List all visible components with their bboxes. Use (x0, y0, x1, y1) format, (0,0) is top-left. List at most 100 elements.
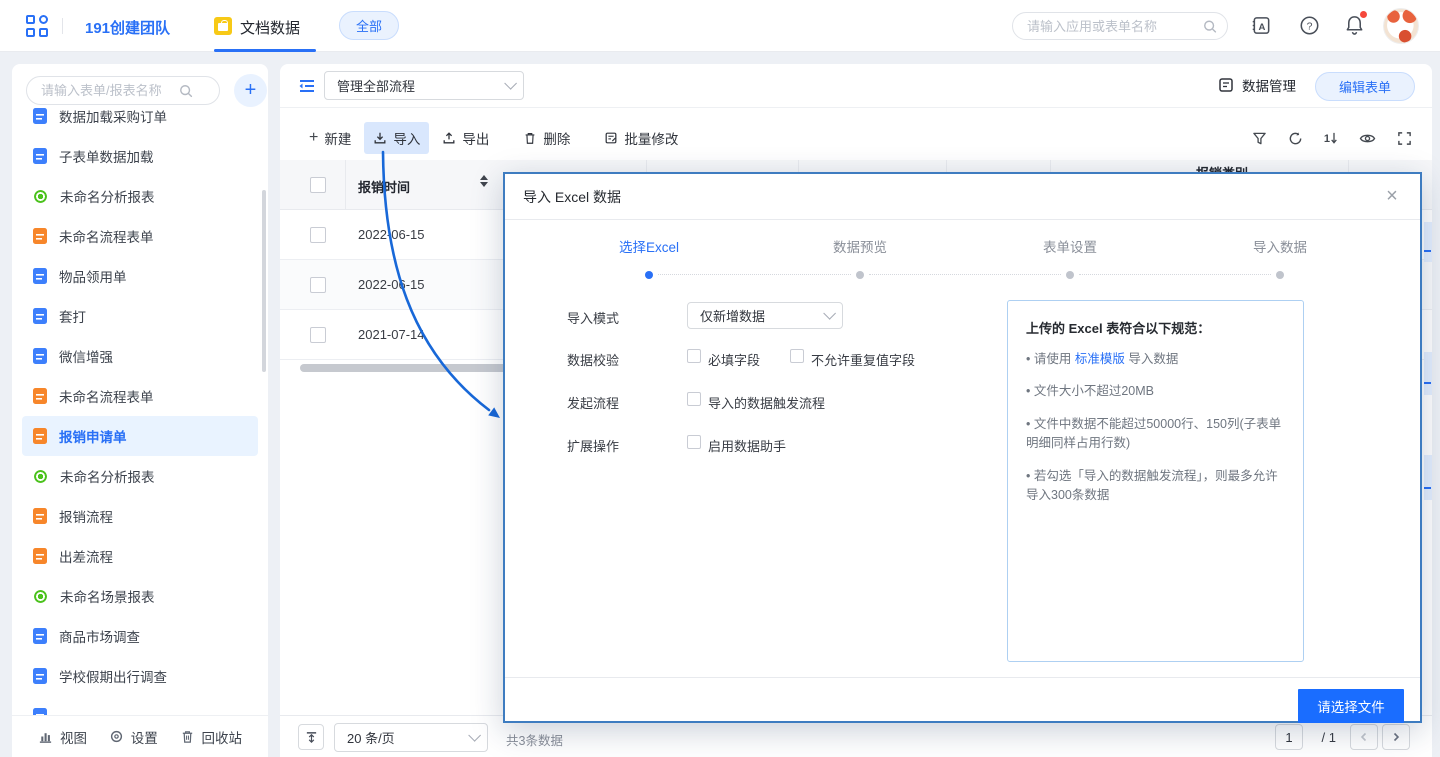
sidebar-item-label: 子表单数据加载 (59, 146, 154, 166)
filter-icon[interactable] (1252, 131, 1267, 146)
trigger-workflow-checkbox[interactable] (687, 392, 701, 406)
flow-select[interactable]: 管理全部流程 (324, 71, 524, 100)
row-checkbox[interactable] (310, 277, 326, 293)
import-label: 导入 (393, 128, 420, 148)
batch-edit-label: 批量修改 (624, 128, 678, 148)
top-header: 191创建团队 文档数据 全部 A ? (0, 0, 1440, 52)
data-assistant-checkbox[interactable] (687, 435, 701, 449)
sidebar-item[interactable]: 微信增强 (22, 336, 258, 376)
active-tab-underline (214, 49, 316, 52)
eye-icon[interactable] (1359, 131, 1376, 146)
views-button[interactable]: 视图 (38, 727, 87, 747)
avatar[interactable] (1383, 8, 1419, 44)
help-icon[interactable]: ? (1299, 15, 1320, 36)
sidebar-item[interactable]: 未命名分析报表 (22, 456, 258, 496)
export-label: 导出 (462, 128, 489, 148)
app-tab-label[interactable]: 文档数据 (240, 17, 300, 38)
row-checkbox[interactable] (310, 227, 326, 243)
sidebar-search[interactable] (26, 76, 220, 105)
horizontal-scrollbar[interactable] (300, 364, 512, 372)
tab-all[interactable]: 全部 (339, 11, 399, 40)
fullscreen-icon[interactable] (1397, 131, 1412, 146)
modal-title: 导入 Excel 数据 (523, 187, 621, 207)
sidebar-item-label: 未命名流程表单 (59, 386, 154, 406)
required-fields-checkbox[interactable] (687, 349, 701, 363)
trigger-workflow-label: 导入的数据触发流程 (708, 393, 825, 412)
select-all-checkbox[interactable] (310, 177, 326, 193)
modal-footer-divider (505, 677, 1420, 678)
sidebar-item[interactable]: 学校假期出行调查 (22, 656, 258, 696)
page-next-icon (1391, 732, 1401, 742)
translate-icon[interactable]: A (1251, 15, 1272, 36)
sidebar-item-selected[interactable]: 报销申请单 (22, 416, 258, 456)
scroll-top-button[interactable] (298, 724, 324, 750)
doc-icon (33, 388, 47, 404)
import-mode-label: 导入模式 (567, 308, 619, 327)
bell-icon[interactable] (1344, 14, 1365, 36)
sort-icon[interactable]: 1 (1324, 132, 1338, 145)
data-manage-button[interactable]: 数据管理 (1218, 75, 1296, 95)
sidebar-item-label: 套打 (59, 306, 86, 326)
sidebar-item[interactable]: 未命名流程表单 (22, 376, 258, 416)
sidebar-item[interactable]: 套打 (22, 296, 258, 336)
page-size-select[interactable]: 20 条/页 (334, 723, 488, 752)
trash-icon (180, 729, 195, 744)
add-form-button[interactable]: + (234, 74, 267, 107)
sidebar-footer: 视图 设置 回收站 (12, 715, 268, 757)
no-duplicate-checkbox[interactable] (790, 349, 804, 363)
header-divider (62, 18, 63, 34)
search-icon (179, 84, 193, 98)
sidebar-item[interactable]: 数据加载采购订单 (22, 108, 258, 136)
page-next-button[interactable] (1382, 724, 1410, 750)
close-icon[interactable]: × (1380, 184, 1404, 208)
team-name[interactable]: 191创建团队 (85, 17, 170, 38)
new-button[interactable]: + 新建 (300, 122, 360, 154)
refresh-icon[interactable] (1288, 131, 1303, 146)
sort-carets-icon[interactable] (480, 175, 488, 187)
delete-button[interactable]: 删除 (514, 122, 579, 154)
row-checkbox[interactable] (310, 327, 326, 343)
batch-edit-button[interactable]: 批量修改 (595, 122, 687, 154)
sidebar-item[interactable]: 商品市场调查 (22, 616, 258, 656)
global-search[interactable] (1012, 12, 1228, 40)
page-prev-button[interactable] (1350, 724, 1378, 750)
choose-file-button[interactable]: 请选择文件 (1298, 689, 1404, 723)
export-button[interactable]: 导出 (433, 122, 498, 154)
new-label: 新建 (324, 128, 351, 148)
flow-select-value: 管理全部流程 (337, 76, 415, 95)
import-mode-select[interactable]: 仅新增数据 (687, 302, 843, 329)
rule-item: 文件大小不超过20MB (1026, 382, 1285, 401)
step-connector (869, 274, 1061, 275)
sidebar-item[interactable]: 未命名分析报表 (22, 176, 258, 216)
step-form-settings: 表单设置 (1000, 236, 1140, 256)
sidebar-item[interactable]: 出差流程 (22, 536, 258, 576)
import-button[interactable]: 导入 (364, 122, 429, 154)
doc-icon (33, 228, 47, 244)
chart-icon (38, 729, 53, 744)
global-search-input[interactable] (1027, 19, 1203, 34)
sidebar-scrollbar[interactable] (262, 190, 266, 372)
data-assistant-label: 启用数据助手 (708, 436, 786, 455)
search-icon (1203, 19, 1217, 34)
data-manage-icon (1218, 77, 1234, 93)
sidebar-item-label: 微信增强 (59, 346, 113, 366)
settings-button[interactable]: 设置 (109, 727, 158, 747)
recycle-bin-button[interactable]: 回收站 (180, 727, 243, 747)
current-page-box[interactable]: 1 (1275, 724, 1303, 750)
sidebar-item[interactable]: 未命名流程表单 (22, 216, 258, 256)
sidebar-item-partial[interactable] (22, 696, 258, 715)
sidebar-item[interactable]: 子表单数据加载 (22, 136, 258, 176)
collapse-sidebar-icon[interactable] (298, 77, 316, 95)
sidebar-item[interactable]: 未命名场景报表 (22, 576, 258, 616)
export-icon (442, 131, 456, 145)
apps-grid-icon[interactable] (26, 15, 48, 37)
column-header-expense-date[interactable]: 报销时间 (358, 177, 410, 196)
sidebar-search-input[interactable] (41, 83, 179, 98)
sidebar-item[interactable]: 报销流程 (22, 496, 258, 536)
edit-form-button[interactable]: 编辑表单 (1315, 72, 1415, 101)
step-connector (658, 274, 851, 275)
sidebar-item[interactable]: 物品领用单 (22, 256, 258, 296)
standard-template-link[interactable]: 标准模版 (1075, 352, 1125, 366)
import-excel-modal: 导入 Excel 数据 × 选择Excel 数据预览 表单设置 导入数据 导入模… (503, 172, 1422, 723)
chevron-down-icon (468, 729, 481, 742)
